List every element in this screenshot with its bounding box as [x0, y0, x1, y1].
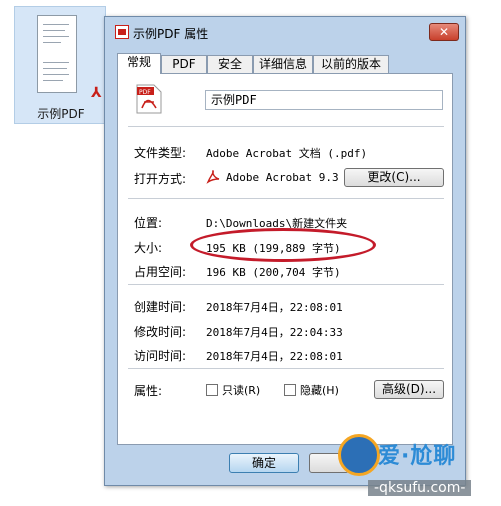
document-thumbnail [37, 15, 77, 93]
separator [128, 198, 444, 199]
window-title: 示例PDF 属性 [133, 27, 209, 41]
thumb-line [43, 30, 65, 31]
file-name-field[interactable]: 示例PDF [205, 90, 443, 110]
change-button[interactable]: 更改(C)... [344, 168, 444, 187]
watermark-emblem [338, 434, 380, 476]
location-value: D:\Downloads\新建文件夹 [206, 217, 348, 230]
thumb-line [43, 68, 67, 69]
readonly-checkbox[interactable] [206, 384, 218, 396]
thumb-line [43, 80, 63, 81]
size-on-disk-label: 占用空间: [134, 265, 187, 279]
thumb-line [43, 36, 69, 37]
modified-value: 2018年7月4日，22:04:33 [206, 326, 343, 339]
watermark-text: 爱·尬聊 [378, 444, 457, 469]
separator [128, 368, 444, 369]
separator [128, 126, 444, 127]
size-on-disk-value: 196 KB (200,704 字节) [206, 266, 341, 279]
close-button[interactable]: ✕ [429, 23, 459, 41]
properties-window: 示例PDF 属性 ✕ 常规 PDF 安全 详细信息 以前的版本 PDF 示例PD… [104, 16, 466, 486]
title-bar[interactable]: 示例PDF 属性 ✕ [105, 17, 465, 47]
accessed-value: 2018年7月4日，22:08:01 [206, 350, 343, 363]
acrobat-icon [206, 170, 220, 184]
hidden-label[interactable]: 隐藏(H) [300, 382, 339, 398]
created-value: 2018年7月4日，22:08:01 [206, 301, 343, 314]
hidden-checkbox[interactable] [284, 384, 296, 396]
thumb-line [43, 24, 69, 25]
thumb-line [43, 62, 69, 63]
opens-with-value: Adobe Acrobat 9.3 [226, 171, 339, 184]
screen: ⅄ 示例PDF 示例PDF 属性 ✕ 常规 PDF 安全 详细信息 以前的版本 … [0, 0, 501, 506]
desktop-file-label: 示例PDF [37, 107, 85, 121]
watermark-logo: 爱·尬聊 -qksufu.com- [338, 432, 498, 504]
modified-label: 修改时间: [134, 325, 187, 339]
size-label: 大小: [134, 241, 163, 255]
readonly-label[interactable]: 只读(R) [222, 382, 260, 398]
ok-button[interactable]: 确定 [229, 453, 299, 473]
accessed-label: 访问时间: [134, 349, 187, 363]
thumb-line [43, 74, 69, 75]
watermark-url: -qksufu.com- [368, 480, 472, 496]
desktop-file-item[interactable]: ⅄ 示例PDF [14, 6, 106, 124]
file-type-value: Adobe Acrobat 文档 (.pdf) [206, 147, 368, 160]
svg-text:PDF: PDF [139, 89, 151, 96]
pdf-file-icon [115, 25, 129, 39]
tab-previous-versions[interactable]: 以前的版本 [313, 55, 389, 73]
tab-security[interactable]: 安全 [207, 55, 253, 73]
thumb-line [43, 42, 61, 43]
location-label: 位置: [134, 216, 163, 230]
file-type-label: 文件类型: [134, 146, 187, 160]
size-value: 195 KB (199,889 字节) [206, 242, 341, 255]
tab-details[interactable]: 详细信息 [253, 55, 313, 73]
opens-with-label: 打开方式: [134, 172, 187, 186]
created-label: 创建时间: [134, 300, 187, 314]
pdf-document-icon: PDF [136, 84, 162, 114]
advanced-button[interactable]: 高级(D)... [374, 380, 444, 399]
general-panel: PDF 示例PDF 文件类型: Adobe Acrobat 文档 (.pdf) … [117, 73, 453, 445]
tab-pdf[interactable]: PDF [161, 55, 207, 73]
tab-general[interactable]: 常规 [117, 53, 161, 74]
separator [128, 284, 444, 285]
attributes-label: 属性: [134, 384, 163, 398]
tab-strip: 常规 PDF 安全 详细信息 以前的版本 [117, 53, 453, 74]
